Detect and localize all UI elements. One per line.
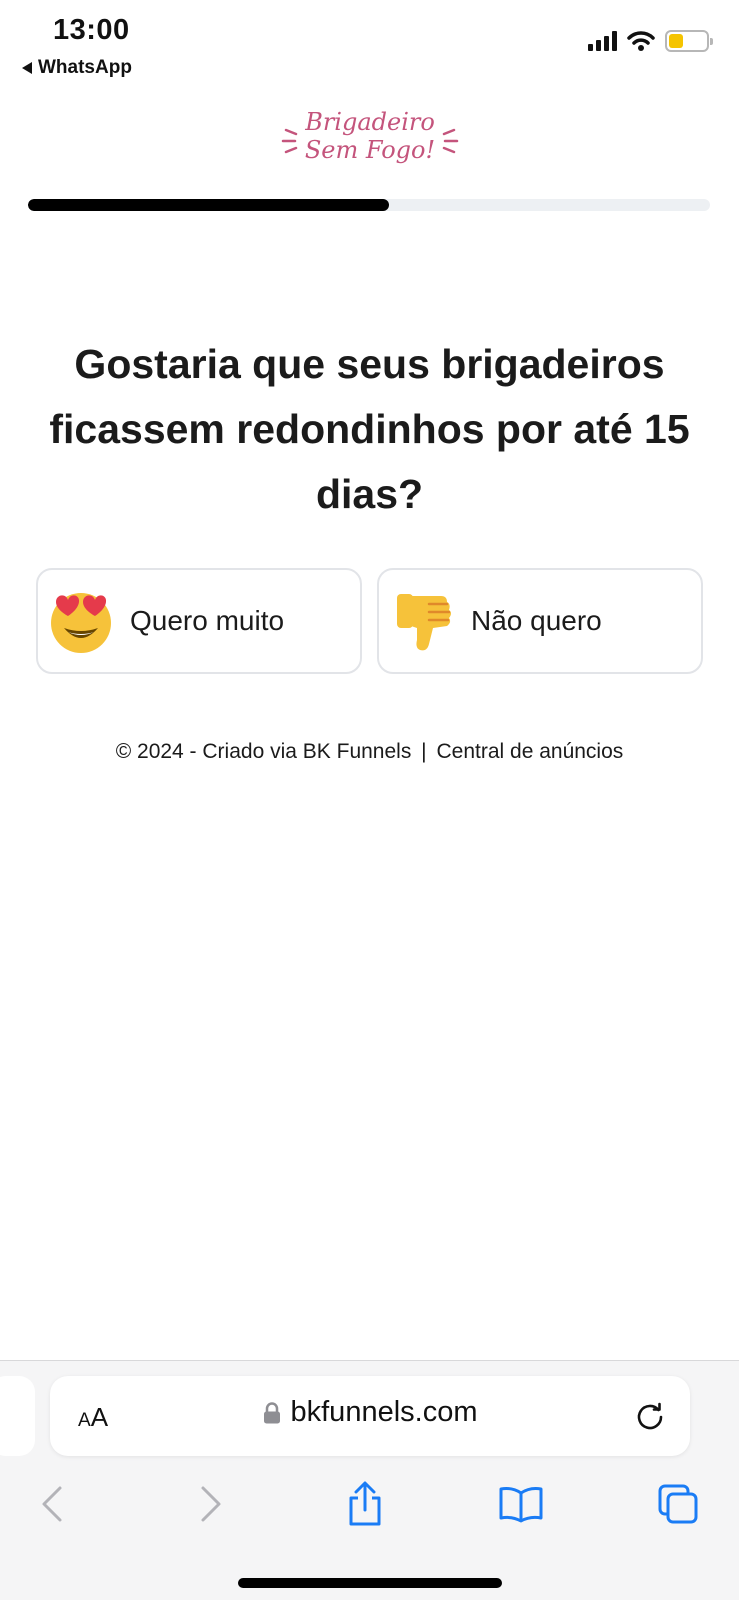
footer-credit: © 2024 - Criado via BK Funnels	[115, 740, 412, 763]
option-quero-muito[interactable]: Quero muito	[36, 568, 362, 674]
address-bar[interactable]: AA bkfunnels.com	[50, 1376, 690, 1456]
browser-nav-row	[0, 1479, 739, 1539]
forward-icon[interactable]	[186, 1479, 236, 1529]
back-arrow-icon	[22, 62, 32, 74]
option-label: Não quero	[471, 605, 602, 636]
cellular-signal-icon	[588, 31, 617, 51]
bookmarks-icon[interactable]	[496, 1479, 546, 1529]
progress-fill	[28, 199, 390, 211]
footer-ads-link[interactable]: Central de anúncios	[436, 740, 623, 763]
home-indicator	[238, 1578, 502, 1588]
lock-icon	[263, 1401, 280, 1423]
logo-line-2: Sem Fogo!	[304, 136, 436, 164]
footer-separator: |	[421, 740, 427, 763]
back-icon[interactable]	[27, 1479, 77, 1529]
status-icons	[588, 30, 713, 52]
previous-tab-preview[interactable]	[0, 1376, 35, 1456]
heart-eyes-emoji-icon	[46, 586, 116, 656]
reload-icon[interactable]	[634, 1400, 666, 1432]
logo-line-1: Brigadeiro	[305, 108, 435, 136]
share-icon[interactable]	[340, 1479, 390, 1529]
option-label: Quero muito	[130, 605, 285, 636]
tabs-icon[interactable]	[653, 1479, 703, 1529]
option-nao-quero[interactable]: Não quero	[377, 568, 703, 674]
back-app-label: WhatsApp	[38, 57, 132, 78]
battery-icon	[665, 30, 713, 52]
brand-logo: Brigadeiro Sem Fogo!	[280, 108, 460, 178]
thumbs-down-emoji-icon	[387, 586, 457, 656]
browser-toolbar: AA bkfunnels.com	[0, 1360, 739, 1600]
wifi-icon	[627, 31, 655, 51]
question-heading: Gostaria que seus brigadeiros ficassem r…	[49, 341, 690, 517]
status-time: 13:00	[53, 14, 130, 46]
page-footer: © 2024 - Criado via BK Funnels | Central…	[0, 740, 739, 764]
back-to-app-link[interactable]: WhatsApp	[22, 57, 132, 79]
quiz-progress-bar	[28, 199, 710, 211]
url-text: bkfunnels.com	[290, 1396, 478, 1428]
